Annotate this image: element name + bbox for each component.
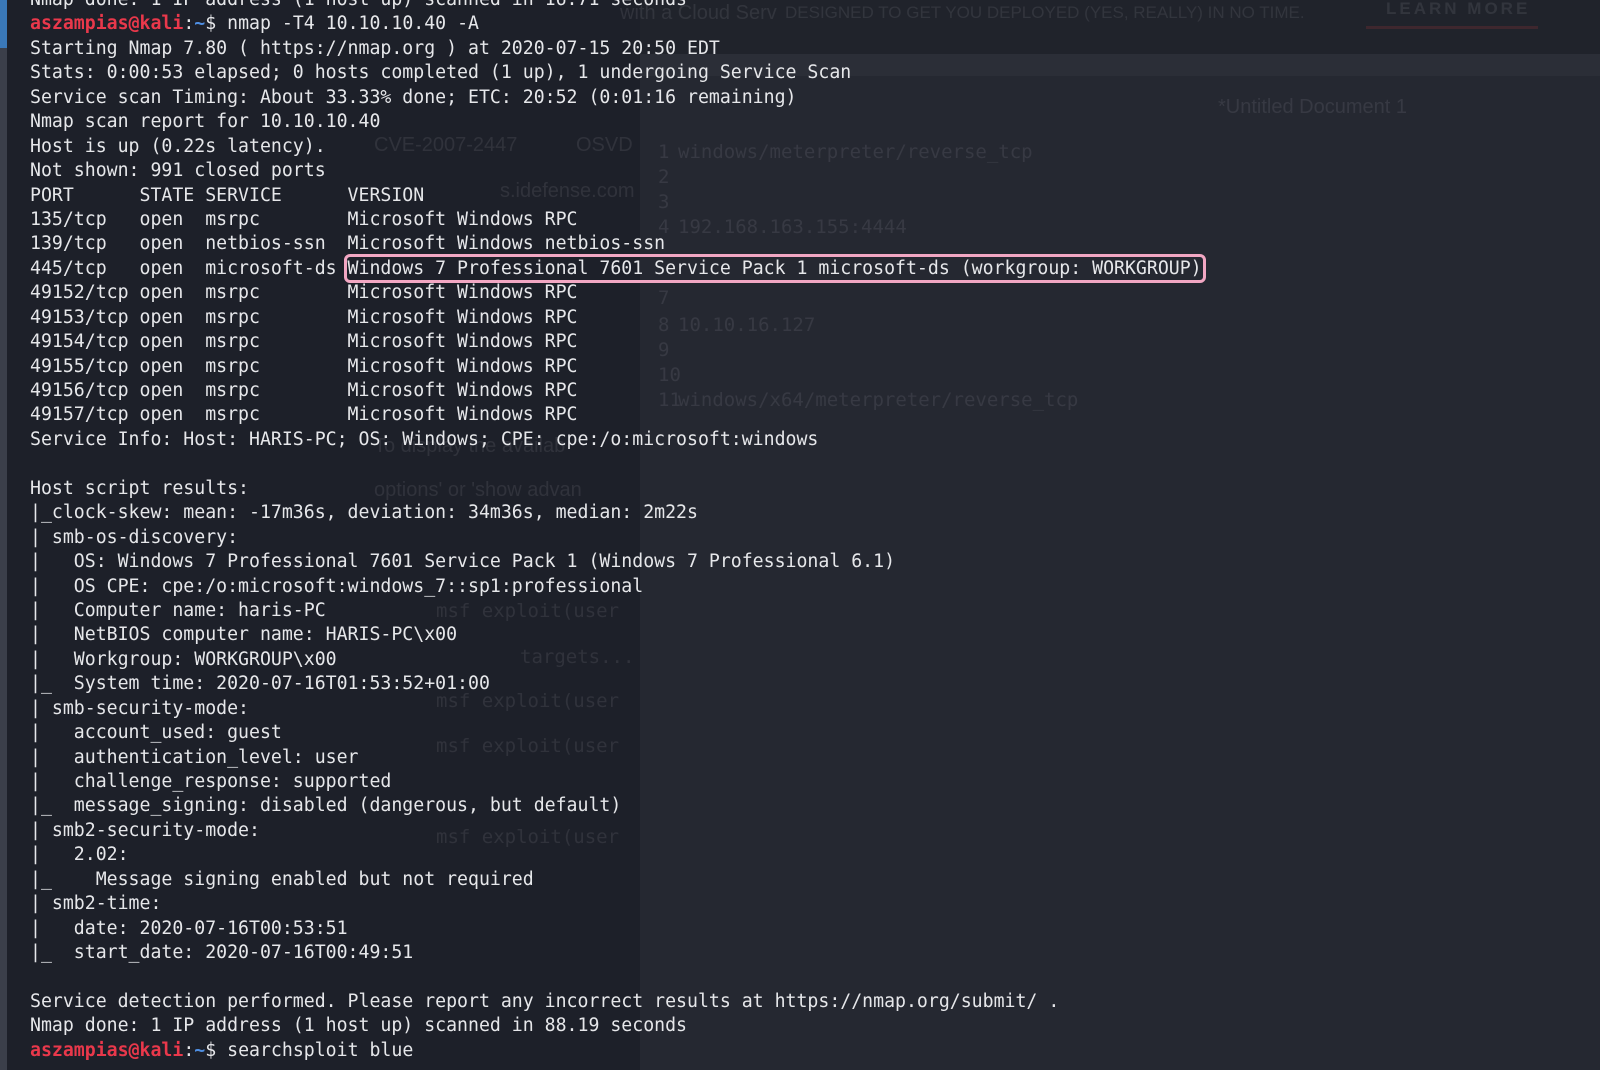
prompt-separator: : (183, 1039, 195, 1061)
highlighted-os-version: Windows 7 Professional 7601 Service Pack… (343, 253, 1206, 283)
prompt-symbol: $ (205, 1039, 228, 1061)
terminal-line: | OS CPE: cpe:/o:microsoft:windows_7::sp… (30, 575, 644, 597)
terminal-line: Host script results: (30, 477, 249, 499)
window-edge (0, 48, 7, 1070)
terminal-line: Stats: 0:00:53 elapsed; 0 hosts complete… (30, 62, 852, 84)
window-edge-accent (0, 0, 7, 48)
terminal-line: 49155/tcp open msrpc Microsoft Windows R… (30, 355, 578, 377)
prompt-symbol: $ (205, 13, 228, 35)
prompt-command: searchsploit blue (227, 1039, 414, 1061)
prompt-separator: : (183, 13, 195, 35)
terminal-line: | smb-security-mode: (30, 697, 249, 719)
terminal-line: |_ message_signing: disabled (dangerous,… (30, 795, 622, 817)
terminal-line: Service detection performed. Please repo… (30, 990, 1060, 1012)
terminal-line: |_ Message signing enabled but not requi… (30, 868, 534, 890)
terminal-line: Service Info: Host: HARIS-PC; OS: Window… (30, 428, 819, 450)
terminal-line: 49157/tcp open msrpc Microsoft Windows R… (30, 404, 578, 426)
prompt-path: ~ (194, 1039, 206, 1061)
terminal-line: Nmap done: 1 IP address (1 host up) scan… (30, 1015, 687, 1037)
terminal-line: | authentication_level: user (30, 746, 359, 768)
terminal-prompt-line: aszampias@kali:~$ searchsploit blue (30, 1039, 1590, 1063)
terminal-output[interactable]: Nmap done: 1 IP address (1 host up) scan… (30, 0, 1590, 1063)
prompt-user: aszampias@kali (30, 13, 184, 35)
terminal-line: | smb2-security-mode: (30, 819, 260, 841)
terminal-line: Nmap done: 1 IP address (1 host up) scan… (30, 0, 1590, 12)
prompt-command: nmap -T4 10.10.10.40 -A (227, 13, 479, 35)
terminal-line: PORT STATE SERVICE VERSION (30, 184, 425, 206)
terminal-line: |_ System time: 2020-07-16T01:53:52+01:0… (30, 673, 490, 695)
terminal-line: | account_used: guest (30, 722, 282, 744)
terminal-line: 135/tcp open msrpc Microsoft Windows RPC (30, 208, 578, 230)
terminal-line: | challenge_response: supported (30, 771, 392, 792)
terminal-line: | NetBIOS computer name: HARIS-PC\x00 (30, 624, 458, 646)
terminal-line: Host is up (0.22s latency). (30, 135, 326, 157)
terminal-line: |_clock-skew: mean: -17m36s, deviation: … (30, 502, 698, 524)
terminal-prompt-line: aszampias@kali:~$ nmap -T4 10.10.10.40 -… (30, 12, 1590, 36)
terminal-line: | OS: Windows 7 Professional 7601 Servic… (30, 551, 896, 573)
prompt-path: ~ (194, 13, 206, 35)
prompt-user: aszampias@kali (30, 1039, 184, 1061)
terminal-line: 49156/tcp open msrpc Microsoft Windows R… (30, 380, 578, 401)
terminal-line-highlighted: 445/tcp open microsoft-ds Windows 7 Prof… (30, 253, 1590, 283)
terminal-line: |_ start_date: 2020-07-16T00:49:51 (30, 942, 414, 964)
terminal-line: Nmap scan report for 10.10.10.40 (30, 111, 381, 133)
terminal-line: | smb2-time: (30, 893, 162, 915)
terminal-line: | smb-os-discovery: (30, 526, 239, 548)
terminal-line: Starting Nmap 7.80 ( https://nmap.org ) … (30, 37, 720, 59)
terminal-line: 49154/tcp open msrpc Microsoft Windows R… (30, 331, 578, 353)
terminal-line: 139/tcp open netbios-ssn Microsoft Windo… (30, 233, 666, 255)
terminal-line: Not shown: 991 closed ports (30, 160, 326, 182)
terminal-line: | date: 2020-07-16T00:53:51 (30, 917, 348, 939)
terminal-line: 49153/tcp open msrpc Microsoft Windows R… (30, 306, 578, 328)
terminal-line: 49152/tcp open msrpc Microsoft Windows R… (30, 282, 578, 304)
terminal-line-prefix: 445/tcp open microsoft-ds (30, 257, 348, 279)
terminal-line: | 2.02: (30, 844, 129, 866)
terminal-line: | Computer name: haris-PC (30, 599, 326, 621)
terminal-line: Service scan Timing: About 33.33% done; … (30, 86, 797, 108)
terminal-line: | Workgroup: WORKGROUP\x00 (30, 648, 337, 670)
